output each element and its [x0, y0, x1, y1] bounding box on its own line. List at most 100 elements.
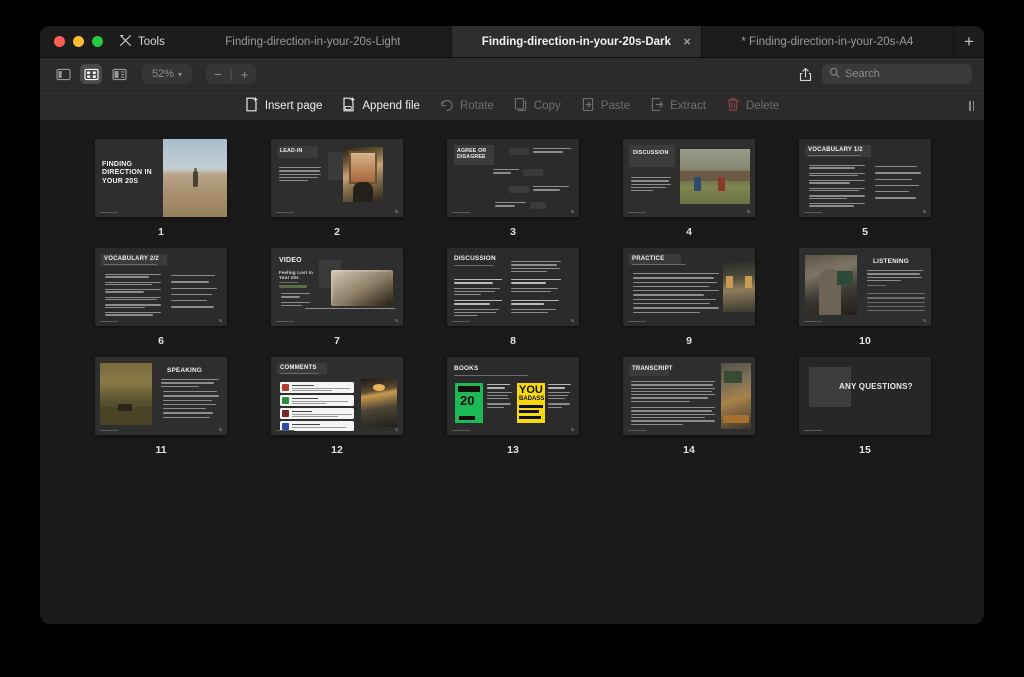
page-number: 10 — [859, 335, 871, 347]
page-cell[interactable]: VOCABULARY 1/2 5 — [777, 139, 953, 238]
rotate-icon — [440, 97, 454, 115]
page-cell[interactable]: ANY QUESTIONS? 15 — [777, 357, 953, 456]
slide-title: PRACTICE — [632, 256, 665, 262]
tools-button[interactable]: Tools — [115, 26, 175, 57]
tools-icon — [119, 34, 132, 50]
insert-page-label: Insert page — [264, 99, 323, 112]
page-thumbnail-9[interactable]: PRACTICE — [623, 248, 755, 326]
tools-label: Tools — [138, 35, 165, 48]
page-cell[interactable]: VOCABULARY 2/2 6 — [73, 248, 249, 347]
page-thumbnail-10[interactable]: LISTENING — [799, 248, 931, 326]
sidebar-view-icon[interactable] — [52, 64, 74, 84]
page-cell[interactable]: COMMENTS 12 — [249, 357, 425, 456]
tab-label: Finding-direction-in-your-20s-Light — [225, 35, 401, 48]
traffic-lights — [40, 26, 115, 57]
insert-page-icon — [245, 96, 259, 115]
extract-icon — [650, 97, 664, 115]
tab-bar: Tools Finding-direction-in-your-20s-Ligh… — [40, 26, 984, 58]
page-thumbnail-5[interactable]: VOCABULARY 1/2 — [799, 139, 931, 217]
page-thumbnail-3[interactable]: AGREE OR DISAGREE — [447, 139, 579, 217]
minimize-window-button[interactable] — [73, 36, 84, 47]
page-thumbnail-12[interactable]: COMMENTS — [271, 357, 403, 435]
page-thumbnail-1[interactable]: FINDING DIRECTION IN YOUR 20S — [95, 139, 227, 217]
page-cell[interactable]: PRACTICE 9 — [601, 248, 777, 347]
tab-dark[interactable]: Finding-direction-in-your-20s-Dark × — [450, 26, 701, 57]
rotate-label: Rotate — [459, 99, 494, 112]
append-file-label: Append file — [362, 99, 420, 112]
zoom-level-dropdown[interactable]: 52% ▾ — [142, 64, 192, 84]
page-number: 3 — [510, 226, 516, 238]
page-cell[interactable]: LEAD-IN 2 — [249, 139, 425, 238]
page-thumbnail-8[interactable]: DISCUSSION — [447, 248, 579, 326]
page-cell[interactable]: LISTENING 10 — [777, 248, 953, 347]
insert-page-button[interactable]: Insert page — [245, 96, 323, 115]
page-cell[interactable]: FINDING DIRECTION IN YOUR 20S 1 — [73, 139, 249, 238]
close-tab-icon[interactable]: × — [683, 35, 691, 48]
paste-icon — [581, 97, 595, 115]
page-number: 7 — [334, 335, 340, 347]
app-window: Tools Finding-direction-in-your-20s-Ligh… — [40, 26, 984, 624]
page-thumbnail-6[interactable]: VOCABULARY 2/2 — [95, 248, 227, 326]
page-cell[interactable]: TRANSCRIPT 14 — [601, 357, 777, 456]
paste-button[interactable]: Paste — [581, 97, 630, 115]
page-thumbnail-11[interactable]: SPEAKING — [95, 357, 227, 435]
grid-view-icon[interactable] — [80, 64, 102, 84]
page-number: 11 — [155, 444, 167, 456]
page-action-bar: Insert page Append file Rotate Copy Past… — [40, 91, 984, 121]
slide-title: ANY QUESTIONS? — [839, 382, 913, 391]
maximize-window-button[interactable] — [92, 36, 103, 47]
zoom-in-button[interactable]: + — [233, 68, 257, 81]
extract-label: Extract — [670, 99, 706, 112]
tab-light[interactable]: Finding-direction-in-your-20s-Light — [175, 26, 451, 57]
zoom-stepper[interactable]: − | + — [206, 64, 257, 84]
split-view-icon[interactable] — [108, 64, 130, 84]
delete-label: Delete — [745, 99, 780, 112]
page-cell[interactable]: DISCUSSION 8 — [425, 248, 601, 347]
append-file-icon — [342, 96, 356, 115]
slide-title: VOCABULARY 2/2 — [104, 256, 159, 262]
search-input[interactable]: Search — [822, 64, 972, 84]
page-number: 2 — [334, 226, 340, 238]
page-cell[interactable]: VIDEO Feeling Lost in Your 20s 7 — [249, 248, 425, 347]
copy-icon — [514, 97, 528, 115]
page-cell[interactable]: SPEAKING 11 — [73, 357, 249, 456]
page-cell[interactable]: AGREE OR DISAGREE 3 — [425, 139, 601, 238]
view-toolbar: 52% ▾ − | + Search — [40, 58, 984, 91]
tab-a4[interactable]: * Finding-direction-in-your-20s-A4 — [700, 26, 953, 57]
append-file-button[interactable]: Append file — [342, 96, 420, 115]
new-tab-button[interactable]: + — [952, 26, 984, 57]
page-thumbnail-14[interactable]: TRANSCRIPT — [623, 357, 755, 435]
page-number: 4 — [686, 226, 692, 238]
page-grid-canvas[interactable]: FINDING DIRECTION IN YOUR 20S 1 LEAD-IN — [40, 121, 984, 624]
search-icon — [829, 67, 840, 81]
page-thumbnail-13[interactable]: BOOKS 20 YOU BADASS — [447, 357, 579, 435]
slide-title: LEAD-IN — [280, 148, 303, 154]
copy-button[interactable]: Copy — [514, 97, 561, 115]
close-window-button[interactable] — [54, 36, 65, 47]
slide-title: TRANSCRIPT — [632, 366, 673, 372]
page-number: 1 — [158, 226, 164, 238]
zoom-out-button[interactable]: − — [206, 68, 230, 81]
video-subtitle: Feeling Lost in Your 20s — [279, 270, 313, 281]
delete-icon — [726, 97, 740, 115]
page-number: 5 — [862, 226, 868, 238]
page-thumbnail-grid: FINDING DIRECTION IN YOUR 20S 1 LEAD-IN — [42, 139, 984, 456]
delete-button[interactable]: Delete — [726, 97, 779, 115]
page-number: 8 — [510, 335, 516, 347]
zoom-level-label: 52% — [151, 68, 174, 80]
search-placeholder: Search — [845, 68, 880, 80]
share-icon[interactable] — [794, 64, 816, 84]
page-thumbnail-2[interactable]: LEAD-IN — [271, 139, 403, 217]
rotate-button[interactable]: Rotate — [440, 97, 494, 115]
page-cell[interactable]: DISCUSSION 4 — [601, 139, 777, 238]
paste-label: Paste — [600, 99, 631, 112]
page-number: 12 — [331, 444, 343, 456]
page-thumbnail-4[interactable]: DISCUSSION — [623, 139, 755, 217]
page-thumbnail-7[interactable]: VIDEO Feeling Lost in Your 20s — [271, 248, 403, 326]
panel-resize-handle[interactable] — [969, 100, 974, 111]
extract-button[interactable]: Extract — [650, 97, 706, 115]
slide-title: AGREE OR DISAGREE — [457, 148, 487, 161]
page-number: 15 — [859, 444, 871, 456]
page-cell[interactable]: BOOKS 20 YOU BADASS 13 — [425, 357, 601, 456]
page-thumbnail-15[interactable]: ANY QUESTIONS? — [799, 357, 931, 435]
